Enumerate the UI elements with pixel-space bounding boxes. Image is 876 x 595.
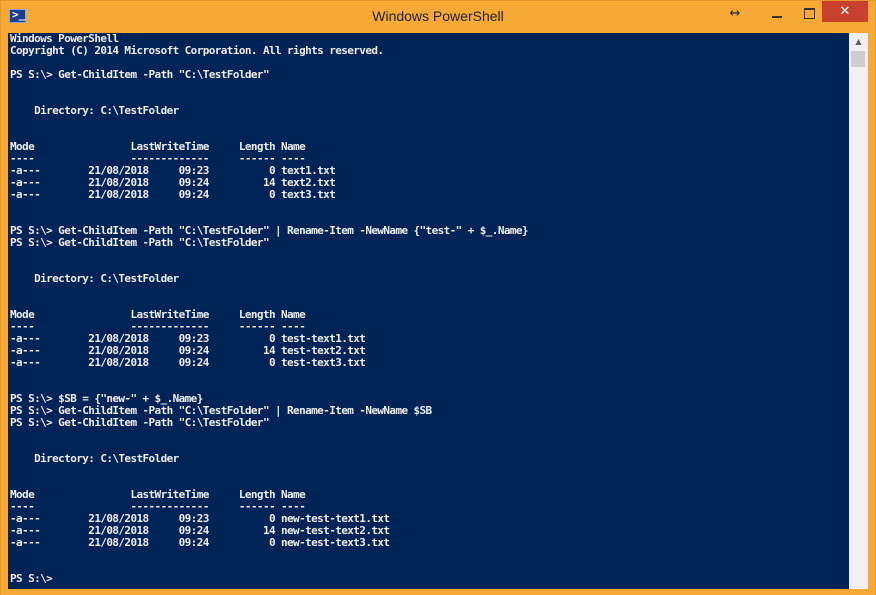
console-text: Windows PowerShell Copyright (C) 2014 Mi… xyxy=(8,33,849,585)
console-line: Directory: C:\TestFolder xyxy=(10,104,179,117)
console-line: Copyright (C) 2014 Microsoft Corporation… xyxy=(10,44,384,57)
vertical-scrollbar[interactable]: ▲ xyxy=(849,33,868,589)
console-line: -a--- 21/08/2018 09:24 0 test-text3.txt xyxy=(10,356,366,369)
window-frame-right xyxy=(868,33,875,594)
scroll-thumb[interactable] xyxy=(851,51,865,67)
powershell-window: >_ Windows PowerShell ↔ ✕ Windows PowerS… xyxy=(0,0,876,595)
window-frame-bottom xyxy=(1,589,875,595)
minimize-button[interactable] xyxy=(761,1,793,25)
console-line: PS S:\> Get-ChildItem -Path "C:\TestFold… xyxy=(10,68,270,81)
close-button[interactable]: ✕ xyxy=(822,1,868,22)
console-line: Directory: C:\TestFolder xyxy=(10,452,179,465)
minimize-icon xyxy=(772,16,782,18)
console-line: Directory: C:\TestFolder xyxy=(10,272,179,285)
maximize-button[interactable] xyxy=(793,1,825,25)
console-line: -a--- 21/08/2018 09:24 0 text3.txt xyxy=(10,188,336,201)
console-line: PS S:\> Get-ChildItem -Path "C:\TestFold… xyxy=(10,416,270,429)
maximize-icon xyxy=(803,7,815,19)
resize-arrows-icon: ↔ xyxy=(729,5,741,21)
console-output[interactable]: Windows PowerShell Copyright (C) 2014 Mi… xyxy=(8,33,849,589)
scroll-up-arrow-icon[interactable]: ▲ xyxy=(849,33,868,50)
console-line: PS S:\> Get-ChildItem -Path "C:\TestFold… xyxy=(10,236,270,249)
console-line: PS S:\> xyxy=(10,572,53,585)
title-bar[interactable]: >_ Windows PowerShell ↔ ✕ xyxy=(1,1,875,33)
console-line: -a--- 21/08/2018 09:24 0 new-test-text3.… xyxy=(10,536,390,549)
